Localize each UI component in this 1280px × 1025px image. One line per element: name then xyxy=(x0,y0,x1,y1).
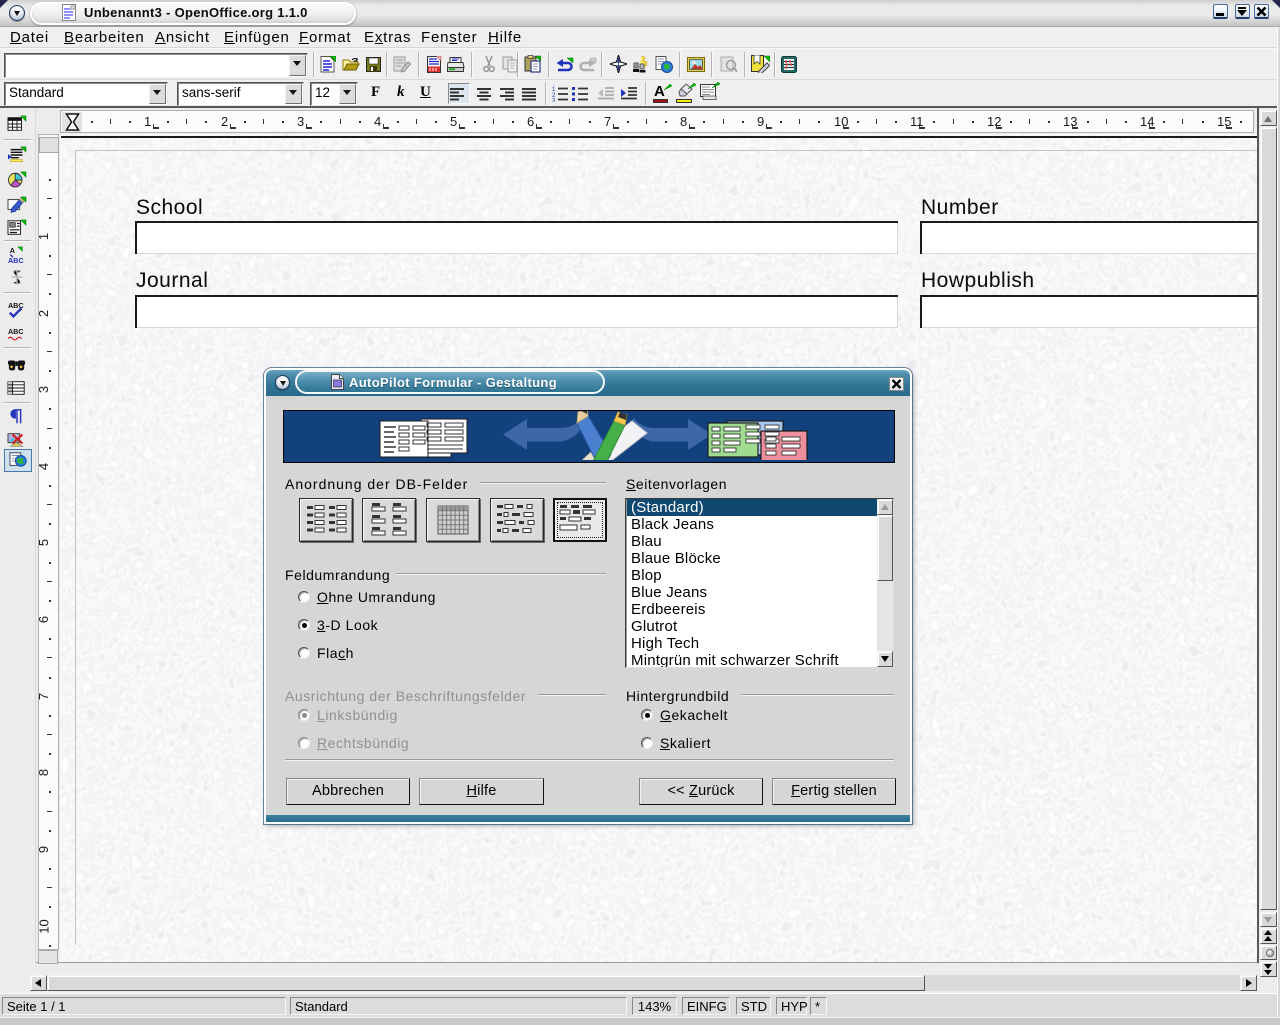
svg-text:ABC: ABC xyxy=(8,256,24,264)
svg-text:3: 3 xyxy=(552,99,556,103)
svg-text:A: A xyxy=(10,246,15,255)
svg-text:ABC: ABC xyxy=(8,327,24,336)
